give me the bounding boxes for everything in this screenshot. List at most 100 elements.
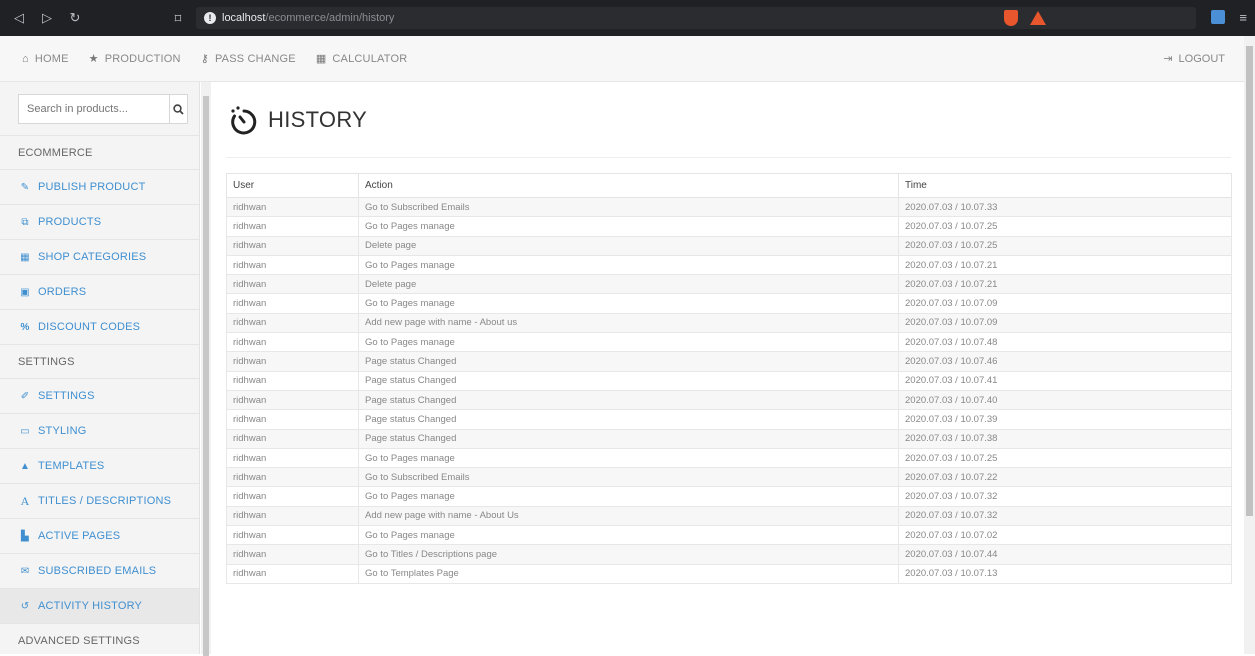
time-cell: 2020.07.03 / 10.07.40 [898, 389, 1232, 411]
percent-icon: % [20, 321, 30, 333]
translate-icon[interactable] [1211, 10, 1226, 24]
table-row: ridhwan Go to Titles / Descriptions page 2… [226, 544, 1232, 565]
column-header-user: User [226, 173, 359, 198]
logout-icon: ⇥ [1163, 53, 1173, 65]
time-cell: 2020.07.03 / 10.07.22 [898, 467, 1232, 488]
history-table: User Action Time ridhwan Go to Subscribed… [226, 173, 1232, 584]
action-cell: Delete page [358, 274, 899, 295]
table-row: ridhwan Go to Subscribed Emails 2020.07.03… [226, 196, 1232, 218]
brave-shield-icon[interactable] [1004, 10, 1018, 26]
time-cell: 2020.07.03 / 10.07.39 [898, 409, 1232, 430]
nav-calculator-label: CALCULATOR [332, 52, 408, 65]
time-cell: 2020.07.03 / 10.07.32 [898, 486, 1232, 507]
nav-home[interactable]: ⌂ HOME [22, 53, 69, 65]
table-row: ridhwan Add new page with name - About Us… [226, 505, 1232, 527]
sidebar-item-label: STYLING [38, 425, 87, 437]
forward-icon[interactable]: ▷ [38, 10, 56, 26]
user-cell: ridhwan [226, 409, 359, 430]
time-cell: 2020.07.03 / 10.07.21 [898, 274, 1232, 295]
time-cell: 2020.07.03 / 10.07.46 [898, 351, 1232, 372]
time-cell: 2020.07.03 / 10.07.25 [898, 216, 1232, 237]
sidebar-item-settings[interactable]: ✐ SETTINGS [0, 379, 199, 414]
sidebar-item-subscribed-emails[interactable]: ✉ SUBSCRIBED EMAILS [0, 554, 199, 589]
reload-icon[interactable]: ↻ [66, 10, 84, 26]
nav-pass-change-label: PASS CHANGE [214, 52, 296, 65]
money-icon: ▣ [20, 286, 30, 298]
sidebar-item-shop-categories[interactable]: ▦ SHOP CATEGORIES [0, 240, 199, 275]
sidebar-scrollbar[interactable] [201, 82, 211, 656]
menu-icon[interactable]: ≡ [1239, 10, 1247, 25]
sidebar-item-publish-product[interactable]: ✎ PUBLISH PRODUCT [0, 170, 199, 205]
action-cell: Go to Pages manage [358, 447, 899, 469]
sidebar-item-titles-descriptions[interactable]: A TITLES / DESCRIPTIONS [0, 484, 199, 519]
envelope-icon: ✉ [20, 565, 30, 577]
action-cell: Page status Changed [358, 389, 899, 411]
search-input[interactable] [19, 95, 169, 123]
sidebar-item-styling[interactable]: ▭ STYLING [0, 414, 199, 449]
top-navigation: ⌂ HOME ★ PRODUCTION ⚷ PASS CHANGE ▦ CALC… [0, 36, 1255, 82]
star-icon: ★ [88, 53, 99, 65]
table-body: ridhwan Go to Subscribed Emails 2020.07.03… [226, 196, 1232, 584]
table-row: ridhwan Go to Pages manage 2020.07.03 / 10… [226, 447, 1232, 469]
url-host: localhost [222, 12, 266, 24]
browser-toolbar: ◁ ▷ ↻ ⌑ ! localhost/ecommerce/admin/hist… [0, 0, 1255, 36]
page-title: HISTORY [268, 106, 368, 132]
sidebar-item-activity-history[interactable]: ↺ ACTIVITY HISTORY [0, 589, 199, 624]
sidebar-item-label: PUBLISH PRODUCT [38, 181, 146, 193]
info-icon[interactable]: ! [204, 12, 216, 24]
action-cell: Go to Titles / Descriptions page [358, 544, 899, 565]
action-cell: Go to Pages manage [358, 293, 899, 314]
sidebar-item-templates[interactable]: ▲ TEMPLATES [0, 449, 199, 484]
brave-rewards-icon[interactable] [1030, 11, 1046, 25]
user-cell: ridhwan [226, 351, 359, 372]
user-cell: ridhwan [226, 312, 359, 334]
logout-link[interactable]: ⇥ LOGOUT [1163, 52, 1225, 66]
sidebar-item-discount-codes[interactable]: % DISCOUNT CODES [0, 310, 199, 345]
sidebar-item-label: ACTIVE PAGES [38, 530, 121, 542]
page-scrollbar-thumb[interactable] [1246, 46, 1253, 516]
table-icon: ▦ [20, 251, 30, 263]
page-header: HISTORY [226, 82, 1231, 158]
nav-home-label: HOME [34, 52, 69, 65]
sidebar-item-orders[interactable]: ▣ ORDERS [0, 275, 199, 310]
time-cell: 2020.07.03 / 10.07.33 [898, 196, 1232, 218]
sidebar-item-label: TEMPLATES [38, 460, 105, 472]
binoculars-icon: ▲ [19, 460, 31, 472]
time-cell: 2020.07.03 / 10.07.21 [898, 254, 1232, 276]
user-cell: ridhwan [226, 563, 359, 584]
sidebar-item-products[interactable]: ⧉ PRODUCTS [0, 205, 199, 240]
sidebar-item-label: ACTIVITY HISTORY [38, 600, 143, 612]
sidebar-scrollbar-thumb[interactable] [203, 96, 209, 656]
nav-calculator[interactable]: ▦ CALCULATOR [316, 52, 408, 66]
page-scrollbar[interactable] [1244, 36, 1255, 654]
user-cell: ridhwan [226, 486, 359, 507]
history-icon [231, 105, 257, 134]
user-cell: ridhwan [226, 235, 359, 256]
nav-production[interactable]: ★ PRODUCTION [88, 52, 181, 66]
address-bar[interactable]: ⌑ ! localhost/ecommerce/admin/history [175, 7, 1196, 29]
section-advanced-settings: ADVANCED SETTINGS [0, 624, 199, 654]
action-cell: Page status Changed [358, 351, 899, 372]
sidebar-item-active-pages[interactable]: ▙ ACTIVE PAGES [0, 519, 199, 554]
table-row: ridhwan Page status Changed 2020.07.03 / 1… [226, 351, 1232, 372]
user-cell: ridhwan [226, 293, 359, 314]
user-cell: ridhwan [226, 428, 359, 449]
action-cell: Add new page with name - About Us [358, 505, 899, 527]
history-icon: ↺ [20, 600, 30, 612]
logout-label: LOGOUT [1178, 52, 1225, 65]
bookmark-icon[interactable]: ⌑ [166, 11, 190, 27]
action-cell: Page status Changed [358, 428, 899, 449]
table-row: ridhwan Go to Templates Page 2020.07.03 / … [226, 563, 1232, 584]
user-cell: ridhwan [226, 505, 359, 527]
table-row: ridhwan Go to Pages manage 2020.07.03 / 10… [226, 332, 1232, 353]
sidebar-item-label: ORDERS [38, 286, 87, 298]
table-row: ridhwan Go to Pages manage 2020.07.03 / 10… [226, 486, 1232, 507]
table-row: ridhwan Page status Changed 2020.07.03 / 1… [226, 370, 1232, 391]
key-icon: ⚷ [200, 53, 209, 65]
time-cell: 2020.07.03 / 10.07.25 [898, 447, 1232, 469]
nav-pass-change[interactable]: ⚷ PASS CHANGE [200, 52, 296, 66]
search-button[interactable] [169, 95, 187, 123]
user-cell: ridhwan [226, 254, 359, 276]
back-icon[interactable]: ◁ [10, 10, 28, 26]
home-icon: ⌂ [22, 52, 29, 65]
